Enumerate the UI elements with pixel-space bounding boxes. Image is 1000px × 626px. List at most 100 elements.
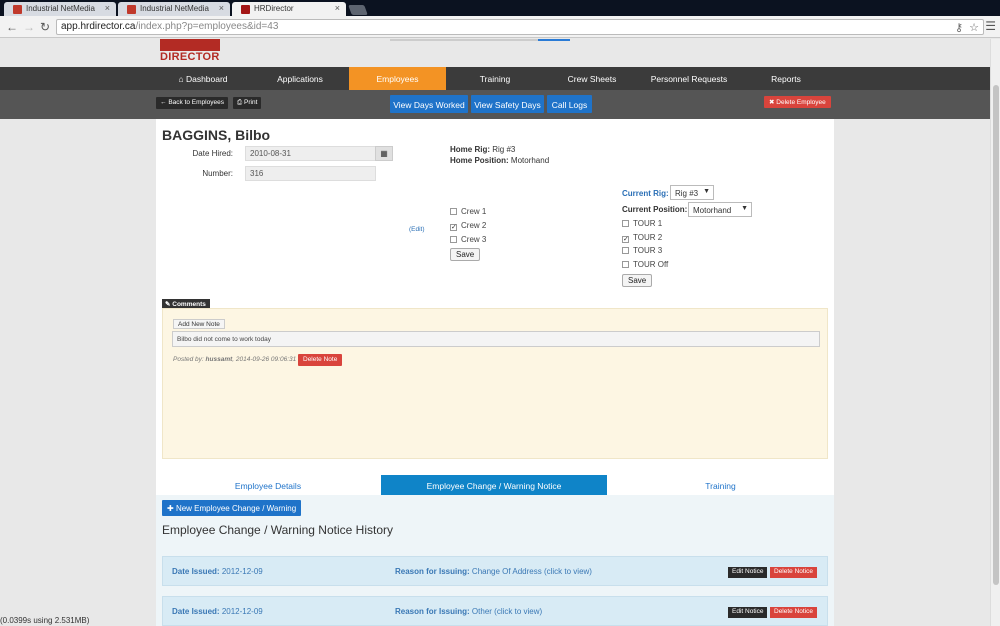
- back-arrow-icon[interactable]: ←: [6, 20, 18, 34]
- header-search[interactable]: [390, 39, 570, 41]
- browser-tab[interactable]: Industrial NetMedia ×: [4, 2, 116, 16]
- checkbox-checked[interactable]: ✓: [622, 236, 629, 243]
- tour-checkbox[interactable]: ✓ TOUR 2: [622, 233, 662, 243]
- edit-notice-button[interactable]: Edit Notice: [728, 567, 768, 578]
- home-rig-label: Home Rig:: [450, 145, 490, 154]
- current-rig-select[interactable]: Rig #3 ▼: [670, 185, 714, 200]
- caret-down-icon: ▼: [741, 205, 748, 212]
- edit-notice-button[interactable]: Edit Notice: [728, 607, 768, 618]
- close-icon[interactable]: ×: [335, 3, 340, 13]
- date-issued-label: Date Issued:: [172, 607, 220, 616]
- nav-personnel-requests[interactable]: Personnel Requests: [641, 67, 737, 90]
- close-icon[interactable]: ×: [105, 3, 110, 13]
- date-issued: Date Issued: 2012-12-09: [172, 567, 263, 576]
- nav-training[interactable]: Training: [447, 67, 543, 90]
- home-rig: Home Rig: Rig #3: [450, 145, 515, 154]
- nav-reports[interactable]: Reports: [738, 67, 834, 90]
- crew-checkbox[interactable]: ✓ Crew 2: [450, 221, 486, 231]
- menu-icon[interactable]: ☰: [985, 19, 996, 33]
- new-tab-button[interactable]: [348, 5, 368, 15]
- checkbox-checked[interactable]: ✓: [450, 224, 457, 231]
- button-label: Print: [244, 99, 258, 106]
- delete-employee-button[interactable]: ✖ Delete Employee: [764, 96, 831, 108]
- current-position-label: Current Position:: [622, 205, 688, 214]
- crew-checkbox[interactable]: Crew 1: [450, 207, 486, 216]
- tab-employee-details[interactable]: Employee Details: [156, 475, 380, 495]
- printer-icon: ⎙: [237, 99, 243, 106]
- current-position-select[interactable]: Motorhand ▼: [688, 202, 752, 217]
- current-rig-label: Current Rig:: [622, 189, 669, 198]
- button-label: Back to Employees: [168, 99, 224, 106]
- back-to-employees-button[interactable]: ← Back to Employees: [156, 97, 228, 109]
- history-row[interactable]: Date Issued: 2012-12-09 Reason for Issui…: [162, 596, 828, 626]
- key-icon[interactable]: ⚷: [955, 21, 963, 34]
- select-value: Motorhand: [693, 206, 732, 215]
- home-rig-value: Rig #3: [492, 145, 516, 154]
- favicon-icon: [13, 5, 22, 14]
- checkbox[interactable]: [622, 247, 629, 254]
- reason-link[interactable]: Other (click to view): [472, 607, 542, 616]
- tour-checkbox[interactable]: TOUR 1: [622, 219, 662, 228]
- edit-link[interactable]: (Edit): [409, 226, 425, 233]
- comments-tag-label: Comments: [172, 301, 206, 308]
- reload-icon[interactable]: ↻: [40, 20, 50, 34]
- tour-checkbox[interactable]: TOUR Off: [622, 260, 668, 269]
- checkbox[interactable]: [622, 261, 629, 268]
- view-days-worked-button[interactable]: View Days Worked: [390, 95, 468, 113]
- nav-applications[interactable]: Applications: [252, 67, 348, 90]
- browser-tab-active[interactable]: HRDirector ×: [232, 2, 346, 16]
- nav-employees[interactable]: Employees: [349, 67, 446, 90]
- number-field[interactable]: 316: [245, 166, 376, 181]
- checkbox[interactable]: [450, 208, 457, 215]
- comments-box: Add New Note Bilbo did not come to work …: [162, 308, 828, 459]
- tour-checkbox[interactable]: TOUR 3: [622, 246, 662, 255]
- select-value: Rig #3: [675, 189, 699, 198]
- new-employee-change-button[interactable]: ✚ New Employee Change / Warning: [162, 500, 302, 516]
- date-issued: Date Issued: 2012-12-09: [172, 607, 263, 616]
- reason[interactable]: Reason for Issuing: Other (click to view…: [395, 607, 542, 616]
- calendar-icon[interactable]: ▦: [375, 146, 393, 161]
- reason[interactable]: Reason for Issuing: Change Of Address (c…: [395, 567, 592, 576]
- add-new-note-button[interactable]: Add New Note: [173, 319, 225, 329]
- address-bar[interactable]: app.hrdirector.ca/index.php?p=employees&…: [56, 19, 984, 35]
- caret-down-icon: ▼: [703, 188, 710, 195]
- date-hired-field[interactable]: 2010-08-31: [245, 146, 376, 161]
- history-row[interactable]: Date Issued: 2012-12-09 Reason for Issui…: [162, 556, 828, 586]
- bookmark-star-icon[interactable]: ☆: [969, 21, 979, 34]
- delete-notice-button[interactable]: Delete Notice: [770, 567, 818, 578]
- home-icon: ⌂: [178, 74, 184, 84]
- delete-notice-button[interactable]: Delete Notice: [770, 607, 818, 618]
- scrollbar-thumb[interactable]: [993, 85, 999, 585]
- nav-dashboard[interactable]: ⌂ Dashboard: [156, 67, 250, 90]
- print-button[interactable]: ⎙ Print: [233, 97, 262, 109]
- save-tour-button[interactable]: Save: [622, 274, 653, 287]
- crew-checkbox[interactable]: Crew 3: [450, 235, 486, 244]
- search-button[interactable]: [538, 39, 570, 41]
- checkbox[interactable]: [450, 236, 457, 243]
- close-icon[interactable]: ×: [219, 3, 224, 13]
- tab-employee-change-warning[interactable]: Employee Change / Warning Notice: [381, 475, 607, 495]
- checkbox[interactable]: [622, 220, 629, 227]
- nav-crew-sheets[interactable]: Crew Sheets: [544, 67, 640, 90]
- forward-arrow-icon[interactable]: →: [23, 20, 35, 34]
- tour-label: TOUR 1: [633, 219, 663, 228]
- scrollbar[interactable]: [990, 39, 1000, 626]
- crew-label: Crew 1: [461, 207, 487, 216]
- browser-tab[interactable]: Industrial NetMedia ×: [118, 2, 230, 16]
- site-logo[interactable]: DIRECTOR: [160, 39, 220, 63]
- warning-notice-panel: ✚ New Employee Change / Warning Employee…: [156, 495, 834, 626]
- tab-training[interactable]: Training: [607, 475, 834, 495]
- comments-tag: ✎ Comments: [162, 299, 210, 308]
- call-logs-button[interactable]: Call Logs: [547, 95, 592, 113]
- url-host: app.hrdirector.ca: [61, 21, 136, 32]
- tour-label: TOUR 2: [633, 233, 663, 242]
- button-label: Delete Employee: [776, 99, 826, 106]
- save-crew-button[interactable]: Save: [450, 248, 481, 261]
- reason-link[interactable]: Change Of Address (click to view): [472, 567, 592, 576]
- pencil-icon: ✎: [165, 301, 171, 308]
- delete-note-button[interactable]: Delete Note: [298, 354, 343, 366]
- note-text: Bilbo did not come to work today: [172, 331, 820, 347]
- date-issued-label: Date Issued:: [172, 567, 220, 576]
- view-safety-days-button[interactable]: View Safety Days: [471, 95, 544, 113]
- x-icon: ✖: [769, 99, 775, 106]
